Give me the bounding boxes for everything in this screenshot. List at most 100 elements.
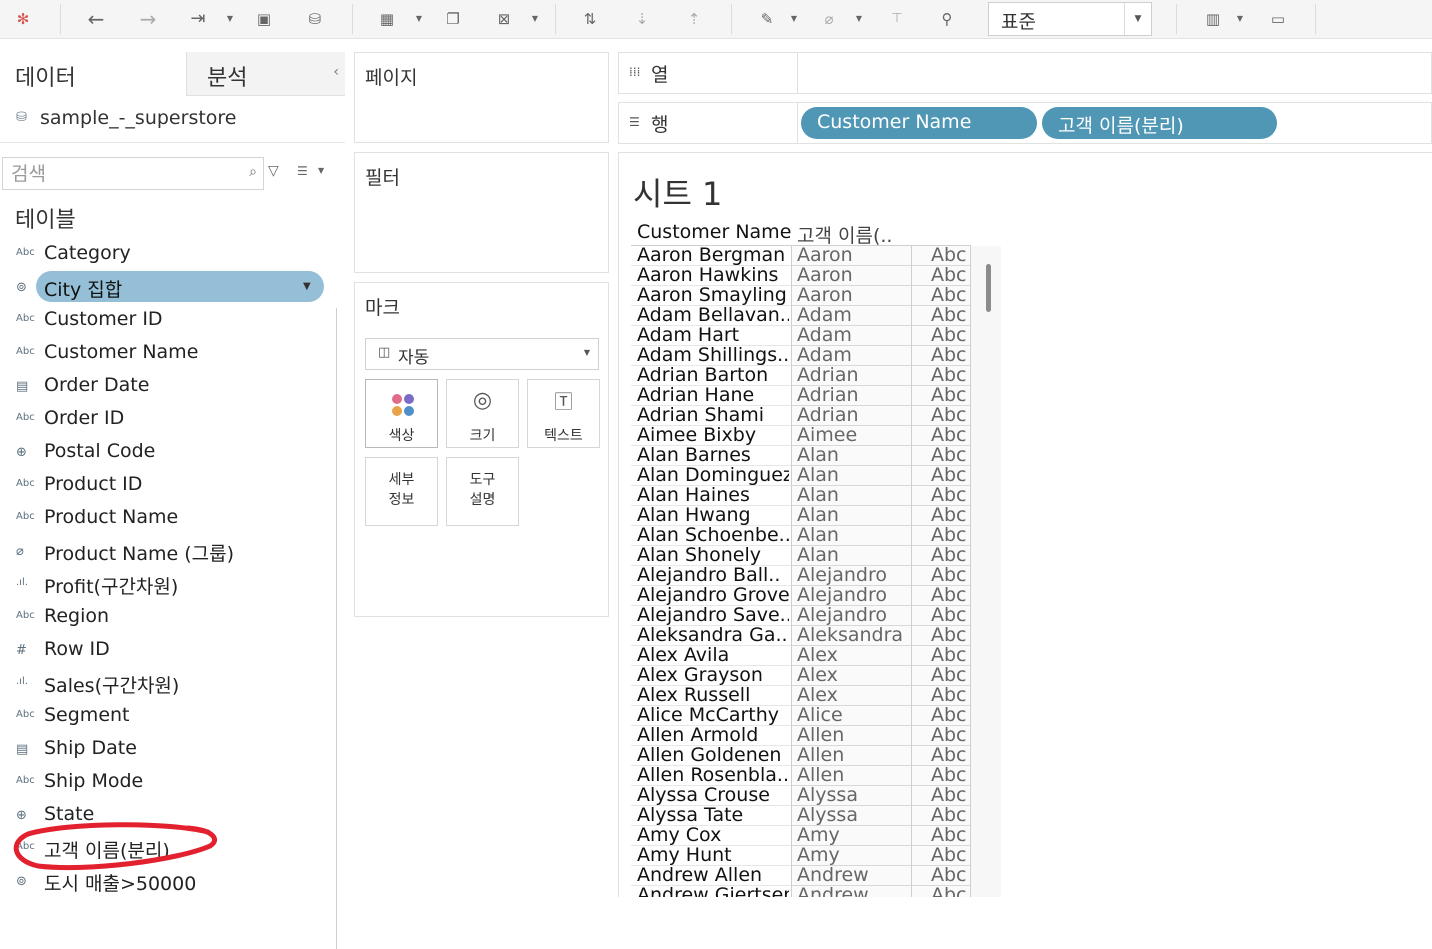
first-name-cell[interactable]: Alan xyxy=(797,524,909,546)
first-name-cell[interactable]: Alan xyxy=(797,464,909,486)
customer-name-cell[interactable]: Amy Cox xyxy=(637,824,789,846)
field-item[interactable]: Abc Order ID xyxy=(0,403,330,436)
first-name-cell[interactable]: Allen xyxy=(797,744,909,766)
pages-card[interactable]: 페이지 xyxy=(354,52,609,143)
field-item[interactable]: ⊕ State xyxy=(0,799,330,832)
mark-text-cell[interactable]: Abc xyxy=(931,724,969,746)
save-icon[interactable]: ▣ xyxy=(251,7,277,31)
field-item[interactable]: .ıl. Sales(구간차원) xyxy=(0,667,330,700)
field-item[interactable]: Abc Region xyxy=(0,601,330,634)
first-name-cell[interactable]: Alan xyxy=(797,484,909,506)
mark-text-cell[interactable]: Abc xyxy=(931,444,969,466)
mark-text-cell[interactable]: Abc xyxy=(931,864,969,886)
first-name-cell[interactable]: Adrian xyxy=(797,384,909,406)
table-row[interactable]: Adrian Barton Adrian Abc xyxy=(631,364,971,386)
new-worksheet-icon[interactable]: ▦ xyxy=(374,7,400,31)
first-name-cell[interactable]: Alan xyxy=(797,504,909,526)
table-row[interactable]: Alan Dominguez Alan Abc xyxy=(631,464,971,486)
customer-name-cell[interactable]: Allen Goldenen xyxy=(637,744,789,766)
rows-shelf[interactable]: ☰ 행 Customer Name 고객 이름(분리) xyxy=(618,102,1432,144)
customer-name-cell[interactable]: Alex Russell xyxy=(637,684,789,706)
mark-text-cell[interactable]: Abc xyxy=(931,284,969,306)
sort-desc-icon[interactable]: ⇡ xyxy=(681,7,707,31)
customer-name-cell[interactable]: Alejandro Save.. xyxy=(637,604,789,626)
first-name-cell[interactable]: Aleksandra xyxy=(797,624,909,646)
mark-text-cell[interactable]: Abc xyxy=(931,824,969,846)
size-button[interactable]: ◎ 크기 xyxy=(446,379,519,448)
field-item[interactable]: Abc Product Name xyxy=(0,502,330,535)
first-name-cell[interactable]: Alyssa xyxy=(797,804,909,826)
mark-text-cell[interactable]: Abc xyxy=(931,604,969,626)
header-customer-name-split[interactable]: 고객 이름(.. xyxy=(797,221,913,245)
columns-shelf[interactable]: ⁞⁞⁞ 열 xyxy=(618,52,1432,94)
table-row[interactable]: Alex Avila Alex Abc xyxy=(631,644,971,666)
chevron-down-icon[interactable]: ▼ xyxy=(584,348,590,357)
field-item[interactable]: Abc Customer ID xyxy=(0,304,330,337)
first-name-cell[interactable]: Alyssa xyxy=(797,784,909,806)
first-name-cell[interactable]: Alan xyxy=(797,444,909,466)
customer-name-cell[interactable]: Allen Rosenbla.. xyxy=(637,764,789,786)
table-row[interactable]: Alan Hwang Alan Abc xyxy=(631,504,971,526)
chevron-down-icon[interactable]: ▼ xyxy=(318,166,324,175)
first-name-cell[interactable]: Aimee xyxy=(797,424,909,446)
customer-name-cell[interactable]: Aaron Hawkins xyxy=(637,264,789,286)
customer-name-cell[interactable]: Aleksandra Ga.. xyxy=(637,624,789,646)
mark-text-cell[interactable]: Abc xyxy=(931,564,969,586)
first-name-cell[interactable]: Alice xyxy=(797,704,909,726)
table-row[interactable]: Allen Goldenen Allen Abc xyxy=(631,744,971,766)
customer-name-cell[interactable]: Alan Dominguez xyxy=(637,464,789,486)
view-size-select[interactable]: 표준 ▼ xyxy=(988,2,1152,36)
first-name-cell[interactable]: Adam xyxy=(797,324,909,346)
mark-text-cell[interactable]: Abc xyxy=(931,784,969,806)
first-name-cell[interactable]: Aaron xyxy=(797,244,909,266)
field-item[interactable]: ⊚ City 집합 ▼ xyxy=(0,271,330,304)
mark-text-cell[interactable]: Abc xyxy=(931,324,969,346)
mark-text-cell[interactable]: Abc xyxy=(931,744,969,766)
table-row[interactable]: Adrian Hane Adrian Abc xyxy=(631,384,971,406)
customer-name-cell[interactable]: Alan Hwang xyxy=(637,504,789,526)
customer-name-cell[interactable]: Adrian Shami xyxy=(637,404,789,426)
view-scrollbar[interactable] xyxy=(971,246,1001,897)
mark-text-cell[interactable]: Abc xyxy=(931,804,969,826)
customer-name-cell[interactable]: Adam Shillings.. xyxy=(637,344,789,366)
field-item[interactable]: Abc Ship Mode xyxy=(0,766,330,799)
table-row[interactable]: Allen Armold Allen Abc xyxy=(631,724,971,746)
first-name-cell[interactable]: Alex xyxy=(797,664,909,686)
first-name-cell[interactable]: Adrian xyxy=(797,404,909,426)
customer-name-cell[interactable]: Adrian Hane xyxy=(637,384,789,406)
mark-text-cell[interactable]: Abc xyxy=(931,684,969,706)
first-name-cell[interactable]: Aaron xyxy=(797,264,909,286)
group-dropdown-icon[interactable]: ▼ xyxy=(854,7,864,31)
mark-text-cell[interactable]: Abc xyxy=(931,264,969,286)
swap-icon[interactable]: ⇅ xyxy=(577,7,603,31)
scrollbar-thumb[interactable] xyxy=(986,264,991,312)
group-icon[interactable]: ⌀ xyxy=(816,7,842,31)
mark-text-cell[interactable]: Abc xyxy=(931,844,969,866)
table-row[interactable]: Alejandro Ball.. Alejandro Abc xyxy=(631,564,971,586)
table-row[interactable]: Alan Barnes Alan Abc xyxy=(631,444,971,466)
customer-name-cell[interactable]: Amy Hunt xyxy=(637,844,789,866)
table-row[interactable]: Alex Grayson Alex Abc xyxy=(631,664,971,686)
mark-text-cell[interactable]: Abc xyxy=(931,484,969,506)
field-item[interactable]: Abc 고객 이름(분리) xyxy=(0,832,330,865)
customer-name-cell[interactable]: Adam Hart xyxy=(637,324,789,346)
presentation-icon[interactable]: ▭ xyxy=(1265,7,1291,31)
filters-card[interactable]: 필터 xyxy=(354,152,609,273)
mark-type-select[interactable]: ◫ 자동 ▼ xyxy=(365,338,599,370)
table-row[interactable]: Alan Haines Alan Abc xyxy=(631,484,971,506)
replay-dropdown-icon[interactable]: ▼ xyxy=(225,7,235,31)
list-view-icon[interactable]: ☰ xyxy=(297,164,308,178)
tableau-logo-icon[interactable]: ✻ xyxy=(10,7,36,31)
clear-icon[interactable]: ⊠ xyxy=(491,7,517,31)
customer-name-cell[interactable]: Alice McCarthy xyxy=(637,704,789,726)
field-item[interactable]: Abc Segment xyxy=(0,700,330,733)
table-row[interactable]: Adam Bellavan.. Adam Abc xyxy=(631,304,971,326)
mark-text-cell[interactable]: Abc xyxy=(931,664,969,686)
mark-text-cell[interactable]: Abc xyxy=(931,584,969,606)
clear-dropdown-icon[interactable]: ▼ xyxy=(530,7,540,31)
first-name-cell[interactable]: Allen xyxy=(797,724,909,746)
table-row[interactable]: Alejandro Grove Alejandro Abc xyxy=(631,584,971,606)
header-customer-name[interactable]: Customer Name xyxy=(637,221,791,245)
first-name-cell[interactable]: Adam xyxy=(797,304,909,326)
new-datasource-icon[interactable]: ⛁ xyxy=(302,7,328,31)
